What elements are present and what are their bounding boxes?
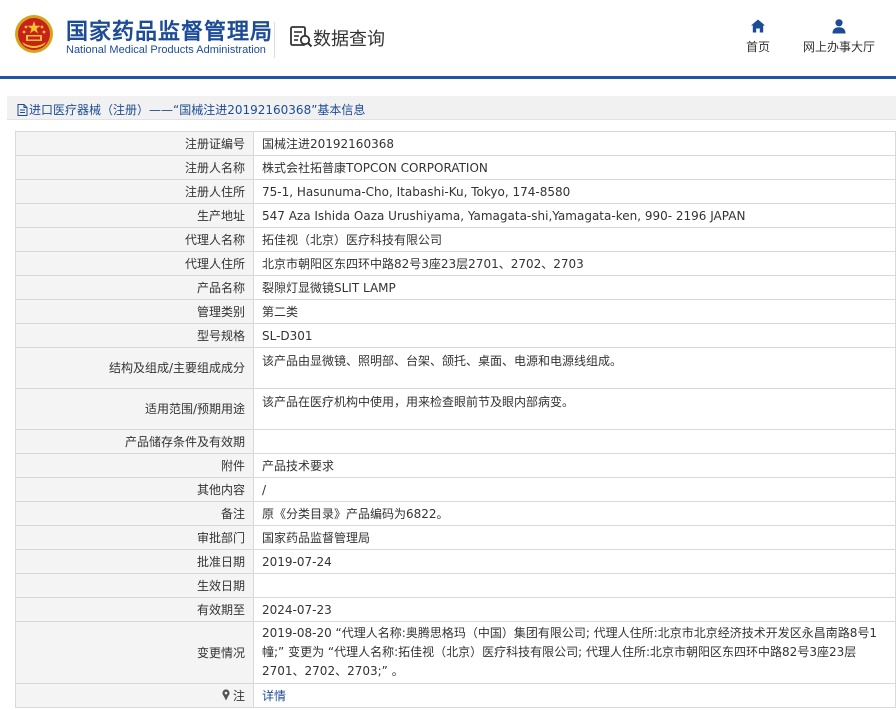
field-value: 北京市朝阳区东四环中路82号3座23层2701、2702、2703	[253, 251, 896, 276]
table-row: 注 详情	[15, 683, 896, 708]
field-label: 代理人住所	[15, 251, 254, 276]
field-label: 型号规格	[15, 323, 254, 348]
field-value: 该产品由显微镜、照明部、台架、颌托、桌面、电源和电源线组成。	[253, 347, 896, 389]
field-value: 第二类	[253, 299, 896, 324]
field-label: 管理类别	[15, 299, 254, 324]
field-value: 2024-07-23	[253, 597, 896, 622]
field-label: 注册人住所	[15, 179, 254, 204]
table-row: 注册人名称 株式会社拓普康TOPCON CORPORATION	[15, 155, 896, 180]
breadcrumb-bar: 进口医疗器械（注册）——“国械注进20192160368”基本信息	[7, 96, 896, 120]
note-label-cell: 注	[15, 683, 254, 708]
nav-online-service-hall[interactable]: 网上办事大厅	[800, 18, 878, 55]
field-label: 产品名称	[15, 275, 254, 300]
data-query-icon	[290, 26, 313, 48]
device-info-table: 注册证编号 国械注进20192160368 注册人名称 株式会社拓普康TOPCO…	[15, 131, 896, 708]
table-row: 产品名称 裂隙灯显微镜SLIT LAMP	[15, 275, 896, 300]
field-label: 生产地址	[15, 203, 254, 228]
document-icon	[17, 104, 28, 116]
table-row: 生效日期	[15, 573, 896, 598]
table-row: 变更情况 2019-08-20 “代理人名称:奥腾思格玛（中国）集团有限公司; …	[15, 621, 896, 684]
table-row: 产品储存条件及有效期	[15, 429, 896, 454]
nav-home[interactable]: 首页	[740, 18, 776, 55]
nav-home-label: 首页	[745, 40, 770, 54]
field-label: 审批部门	[15, 525, 254, 550]
field-label: 备注	[15, 501, 254, 526]
table-row: 适用范围/预期用途 该产品在医疗机构中使用，用来检查眼前节及眼内部病变。	[15, 388, 896, 430]
table-row: 审批部门 国家药品监督管理局	[15, 525, 896, 550]
table-row: 代理人名称 拓佳视（北京）医疗科技有限公司	[15, 227, 896, 252]
field-value: 国械注进20192160368	[253, 131, 896, 156]
site-header: 国家药品监督管理局 National Medical Products Admi…	[0, 0, 896, 76]
table-row: 注册人住所 75-1, Hasunuma-Cho, Itabashi-Ku, T…	[15, 179, 896, 204]
field-label: 适用范围/预期用途	[15, 388, 254, 430]
pin-icon	[222, 688, 230, 700]
table-row: 生产地址 547 Aza Ishida Oaza Urushiyama, Yam…	[15, 203, 896, 228]
table-row: 结构及组成/主要组成成分 该产品由显微镜、照明部、台架、颌托、桌面、电源和电源线…	[15, 347, 896, 389]
table-row: 其他内容 /	[15, 477, 896, 502]
field-value: 裂隙灯显微镜SLIT LAMP	[253, 275, 896, 300]
table-row: 型号规格 SL-D301	[15, 323, 896, 348]
table-row: 管理类别 第二类	[15, 299, 896, 324]
field-label: 批准日期	[15, 549, 254, 574]
header-accent-line	[0, 76, 896, 79]
field-value: /	[253, 477, 896, 502]
field-label: 注册人名称	[15, 155, 254, 180]
field-value	[253, 429, 896, 454]
field-label: 结构及组成/主要组成成分	[15, 347, 254, 389]
field-value: 2019-07-24	[253, 549, 896, 574]
details-link[interactable]: 详情	[262, 689, 286, 703]
field-label: 其他内容	[15, 477, 254, 502]
field-label: 变更情况	[15, 621, 254, 684]
field-label: 注册证编号	[15, 131, 254, 156]
field-label: 有效期至	[15, 597, 254, 622]
brand-title-cn: 国家药品监督管理局	[66, 20, 274, 45]
field-value: 拓佳视（北京）医疗科技有限公司	[253, 227, 896, 252]
table-row: 代理人住所 北京市朝阳区东四环中路82号3座23层2701、2702、2703	[15, 251, 896, 276]
user-icon	[832, 19, 846, 34]
table-row: 注册证编号 国械注进20192160368	[15, 131, 896, 156]
field-label: 注	[232, 688, 245, 703]
field-value: 该产品在医疗机构中使用，用来检查眼前节及眼内部病变。	[253, 388, 896, 430]
field-label: 产品储存条件及有效期	[15, 429, 254, 454]
field-label: 生效日期	[15, 573, 254, 598]
field-value-cell: 详情	[253, 683, 896, 708]
field-value: 2019-08-20 “代理人名称:奥腾思格玛（中国）集团有限公司; 代理人住所…	[253, 621, 896, 684]
field-value: 株式会社拓普康TOPCON CORPORATION	[253, 155, 896, 180]
national-emblem-icon	[15, 15, 53, 53]
field-value: 75-1, Hasunuma-Cho, Itabashi-Ku, Tokyo, …	[253, 179, 896, 204]
field-value	[253, 573, 896, 598]
field-value: 原《分类目录》产品编码为6822。	[253, 501, 896, 526]
breadcrumb-text: 进口医疗器械（注册）——“国械注进20192160368”基本信息	[29, 103, 366, 117]
brand-title-en: National Medical Products Administration	[66, 44, 266, 56]
breadcrumb: 进口医疗器械（注册）——“国械注进20192160368”基本信息	[17, 101, 365, 118]
table-row: 有效期至 2024-07-23	[15, 597, 896, 622]
field-value: 547 Aza Ishida Oaza Urushiyama, Yamagata…	[253, 203, 896, 228]
field-value: SL-D301	[253, 323, 896, 348]
table-row: 批准日期 2019-07-24	[15, 549, 896, 574]
data-query-title: 数据查询	[313, 29, 385, 50]
field-label: 代理人名称	[15, 227, 254, 252]
table-row: 附件 产品技术要求	[15, 453, 896, 478]
field-value: 产品技术要求	[253, 453, 896, 478]
table-row: 备注 原《分类目录》产品编码为6822。	[15, 501, 896, 526]
home-icon	[751, 19, 765, 33]
nav-online-service-hall-label: 网上办事大厅	[802, 40, 875, 54]
field-value: 国家药品监督管理局	[253, 525, 896, 550]
field-label: 附件	[15, 453, 254, 478]
header-divider	[274, 22, 275, 58]
